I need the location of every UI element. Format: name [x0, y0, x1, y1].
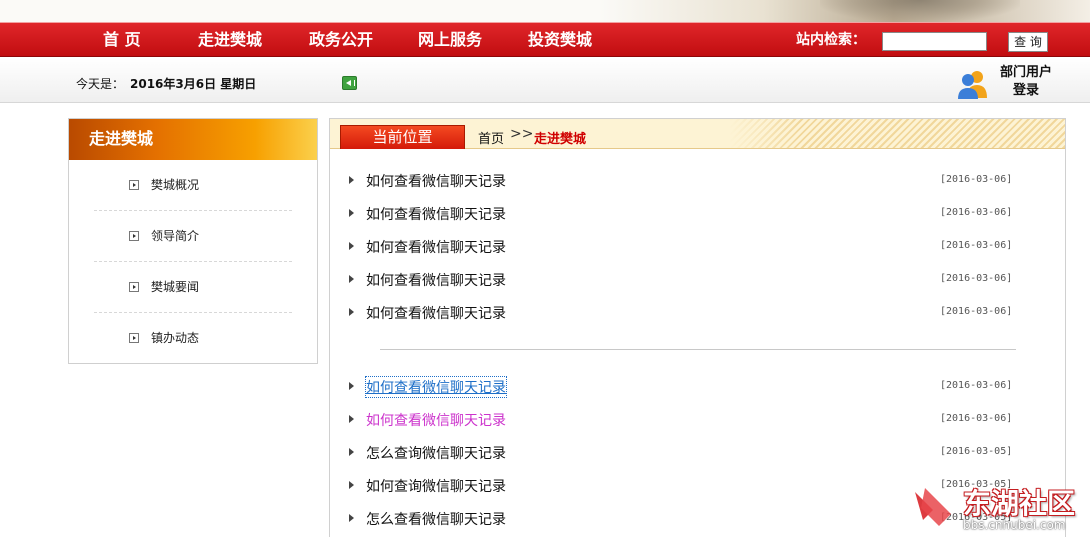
- sound-icon[interactable]: [342, 76, 357, 90]
- article-row[interactable]: 如何查看微信聊天记录 [2016-03-06]: [330, 403, 1065, 436]
- sidebar-item-news[interactable]: 樊城要闻: [94, 262, 292, 313]
- article-title[interactable]: 如何查看微信聊天记录: [365, 376, 507, 398]
- expand-box-icon: [129, 231, 139, 241]
- sidebar-item-overview[interactable]: 樊城概况: [94, 160, 292, 211]
- bullet-arrow-icon: [349, 275, 354, 283]
- users-icon[interactable]: [957, 68, 989, 100]
- nav-item-about[interactable]: 走进樊城: [198, 23, 262, 57]
- article-row[interactable]: 如何查看微信聊天记录 [2016-03-06]: [330, 263, 1065, 296]
- article-row[interactable]: 如何查看微信聊天记录 [2016-03-06]: [330, 230, 1065, 263]
- search-button[interactable]: 查 询: [1008, 32, 1048, 52]
- nav-item-investment[interactable]: 投资樊城: [528, 23, 592, 57]
- bullet-arrow-icon: [349, 514, 354, 522]
- bullet-arrow-icon: [349, 308, 354, 316]
- sidebar: 走进樊城 樊城概况 领导简介 樊城要闻 镇办动态: [68, 118, 318, 364]
- list-divider: [380, 349, 1016, 350]
- article-row[interactable]: 如何查看微信聊天记录 [2016-03-06]: [330, 197, 1065, 230]
- dept-login-line2: 登录: [1012, 83, 1039, 98]
- main-content: 当前位置 首页 >> 走进樊城 如何查看微信聊天记录 [2016-03-06] …: [329, 118, 1066, 537]
- breadcrumb-current: 走进樊城: [534, 132, 587, 147]
- article-title[interactable]: 如何查看微信聊天记录: [366, 410, 506, 430]
- article-date: [2016-03-06]: [940, 413, 1013, 424]
- nav-item-home[interactable]: 首 页: [103, 23, 141, 57]
- sidebar-title: 走进樊城: [69, 119, 317, 160]
- bullet-arrow-icon: [349, 481, 354, 489]
- article-title[interactable]: 如何查询微信聊天记录: [366, 476, 506, 496]
- main-nav: 首 页 走进樊城 政务公开 网上服务 投资樊城 站内检索： 查 询: [0, 22, 1090, 57]
- article-date: [2016-03-06]: [940, 273, 1013, 284]
- article-date: [2016-03-05]: [940, 446, 1013, 457]
- article-date: [2016-03-06]: [940, 380, 1013, 391]
- sidebar-item-leaders[interactable]: 领导简介: [94, 211, 292, 262]
- dept-login-line1: 部门用户: [999, 65, 1052, 80]
- breadcrumb-separator: >>: [510, 126, 534, 142]
- bullet-arrow-icon: [349, 176, 354, 184]
- date-label: 今天是：: [76, 77, 125, 91]
- article-row[interactable]: 怎么查询微信聊天记录 [2016-03-05]: [330, 436, 1065, 469]
- article-date: [2016-03-06]: [940, 240, 1013, 251]
- bullet-arrow-icon: [349, 209, 354, 217]
- article-title[interactable]: 如何查看微信聊天记录: [366, 237, 506, 257]
- article-title[interactable]: 怎么查询微信聊天记录: [366, 443, 506, 463]
- article-row[interactable]: 如何查看微信聊天记录 [2016-03-06]: [330, 164, 1065, 197]
- dept-login-link[interactable]: 部门用户 登录: [994, 64, 1058, 100]
- sidebar-item-label: 樊城要闻: [151, 280, 200, 294]
- location-bar: 当前位置 首页 >> 走进樊城: [330, 119, 1065, 149]
- watermark: 东湖社区 bbs.cnhubei.com: [905, 478, 1090, 537]
- watermark-logo-icon: [915, 488, 951, 526]
- breadcrumb-home[interactable]: 首页: [478, 128, 504, 147]
- bullet-arrow-icon: [349, 448, 354, 456]
- article-row[interactable]: 如何查看微信聊天记录 [2016-03-06]: [330, 296, 1065, 329]
- article-date: [2016-03-06]: [940, 207, 1013, 218]
- article-title[interactable]: 怎么查看微信聊天记录: [366, 509, 506, 529]
- article-title[interactable]: 如何查看微信聊天记录: [366, 270, 506, 290]
- watermark-url: bbs.cnhubei.com: [963, 518, 1066, 532]
- article-title[interactable]: 如何查看微信聊天记录: [366, 303, 506, 323]
- sidebar-item-label: 镇办动态: [151, 331, 200, 345]
- watermark-text: 东湖社区: [963, 487, 1076, 520]
- expand-box-icon: [129, 282, 139, 292]
- nav-item-government[interactable]: 政务公开: [309, 23, 373, 57]
- bullet-arrow-icon: [349, 415, 354, 423]
- bullet-arrow-icon: [349, 242, 354, 250]
- article-date: [2016-03-06]: [940, 174, 1013, 185]
- article-title[interactable]: 如何查看微信聊天记录: [366, 204, 506, 224]
- sidebar-item-label: 樊城概况: [151, 178, 200, 192]
- sidebar-item-town-news[interactable]: 镇办动态: [69, 313, 317, 364]
- search-label: 站内检索：: [796, 32, 866, 48]
- nav-item-online-services[interactable]: 网上服务: [418, 23, 482, 57]
- sidebar-item-label: 领导简介: [151, 229, 200, 243]
- date-value: 2016年3月6日 星期日: [130, 77, 257, 91]
- article-row[interactable]: 如何查看微信聊天记录 [2016-03-06]: [330, 370, 1065, 403]
- expand-box-icon: [129, 180, 139, 190]
- top-banner: [0, 0, 1090, 22]
- search-input[interactable]: [882, 32, 987, 51]
- article-date: [2016-03-06]: [940, 306, 1013, 317]
- expand-box-icon: [129, 333, 139, 343]
- location-tab: 当前位置: [340, 125, 465, 149]
- info-bar: 今天是： 2016年3月6日 星期日 部门用户 登录: [0, 58, 1090, 103]
- article-title[interactable]: 如何查看微信聊天记录: [366, 171, 506, 191]
- bullet-arrow-icon: [349, 382, 354, 390]
- banner-image: [820, 0, 1020, 22]
